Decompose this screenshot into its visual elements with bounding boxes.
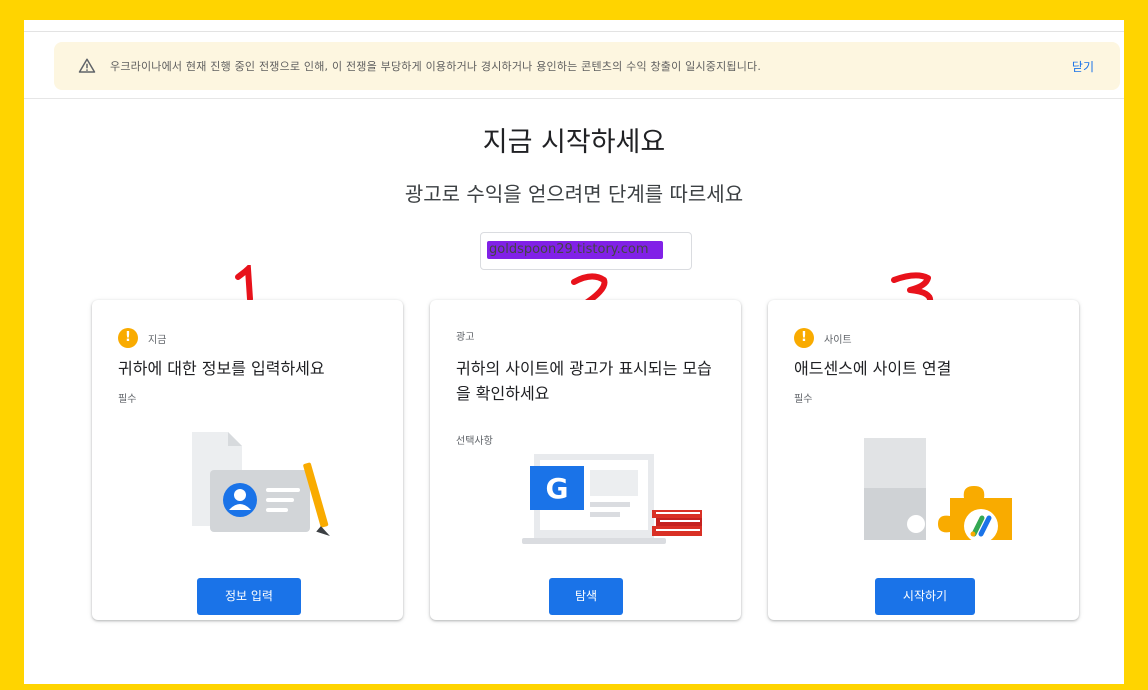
card-status-label: 사이트 xyxy=(824,334,852,346)
id-card-illustration xyxy=(192,432,330,536)
adsense-page: 우크라이나에서 현재 진행 중인 전쟁으로 인해, 이 전쟁을 부당하게 이용하… xyxy=(24,20,1124,684)
page-title: 지금 시작하세요 xyxy=(482,127,666,158)
card-requirement: 필수 xyxy=(794,394,813,405)
site-url-text: goldspoon29.tistory.com xyxy=(487,241,663,259)
card-requirement: 선택사항 xyxy=(456,436,493,447)
card-title: 애드센스에 사이트 연결 xyxy=(794,359,952,378)
step-card-ads: 광고 귀하의 사이트에 광고가 표시되는 모습을 확인하세요 선택사항 G 탐색 xyxy=(430,300,741,620)
notice-banner: 우크라이나에서 현재 진행 중인 전쟁으로 인해, 이 전쟁을 부당하게 이용하… xyxy=(54,42,1120,90)
get-started-button[interactable]: 시작하기 xyxy=(875,578,975,615)
puzzle-adsense-illustration xyxy=(864,438,1012,540)
card-title: 귀하의 사이트에 광고가 표시되는 모습을 확인하세요 xyxy=(456,359,712,403)
exclamation-badge-icon: ! xyxy=(794,328,814,348)
notice-message: 우크라이나에서 현재 진행 중인 전쟁으로 인해, 이 전쟁을 부당하게 이용하… xyxy=(110,60,762,73)
page-subtitle: 광고로 수익을 얻으려면 단계를 따르세요 xyxy=(404,182,744,206)
header-divider xyxy=(24,98,1124,99)
card-status: ! 사이트 xyxy=(794,328,852,348)
site-url-field[interactable]: goldspoon29.tistory.com xyxy=(480,232,692,270)
exclamation-badge-icon: ! xyxy=(118,328,138,348)
card-status-label: 광고 xyxy=(456,332,475,343)
svg-text:G: G xyxy=(546,472,569,505)
top-divider xyxy=(24,31,1124,32)
browser-google-illustration: G xyxy=(522,454,702,544)
card-status-label: 지금 xyxy=(148,334,167,346)
enter-info-button[interactable]: 정보 입력 xyxy=(197,578,301,615)
card-status: ! 지금 xyxy=(118,328,166,348)
step-card-site: ! 사이트 애드센스에 사이트 연결 필수 시작하기 xyxy=(768,300,1079,620)
card-title: 귀하에 대한 정보를 입력하세요 xyxy=(118,359,325,378)
card-requirement: 필수 xyxy=(118,394,137,405)
explore-button[interactable]: 탐색 xyxy=(549,578,623,615)
close-banner-button[interactable]: 닫기 xyxy=(1072,58,1094,75)
warning-icon xyxy=(78,58,96,73)
card-status: 광고 xyxy=(456,328,474,343)
step-card-info: ! 지금 귀하에 대한 정보를 입력하세요 필수 정보 입력 xyxy=(92,300,403,620)
